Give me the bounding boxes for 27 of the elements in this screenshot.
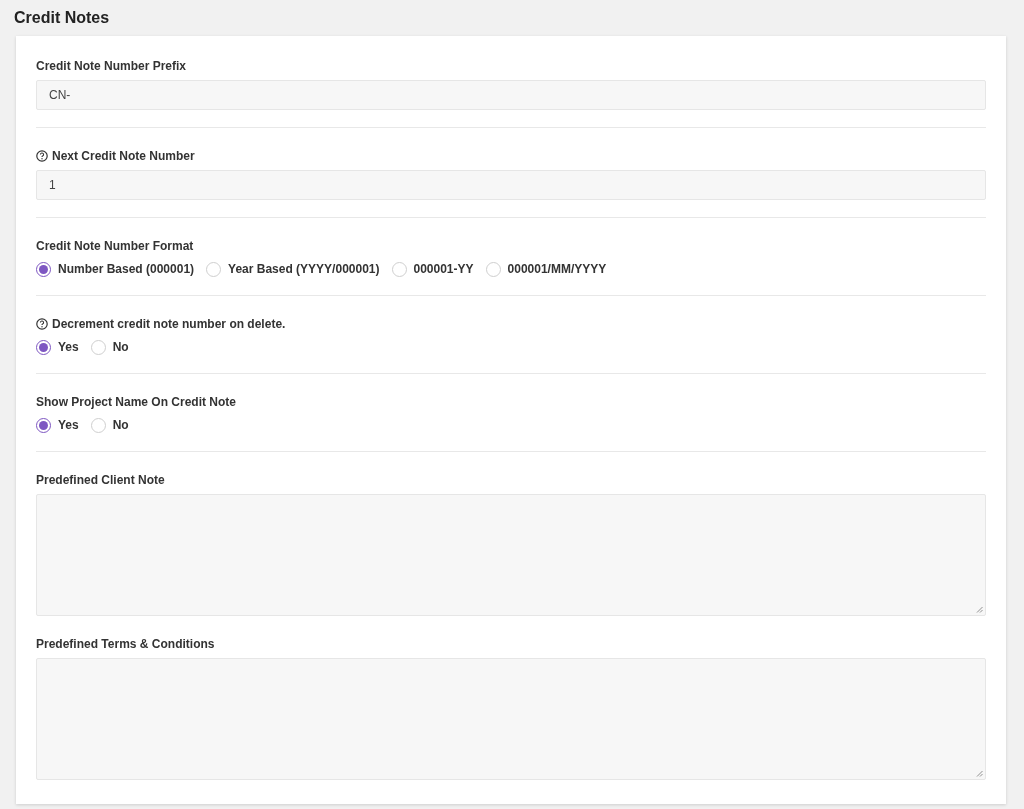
radio-label: No — [112, 339, 129, 356]
page-title: Credit Notes — [14, 8, 110, 28]
radio-button[interactable] — [36, 261, 51, 277]
radio-label: No — [112, 417, 129, 434]
field-label: Credit Note Number Format — [36, 238, 194, 255]
input-field[interactable]: CN- — [36, 80, 986, 110]
radio-label: Yes — [58, 417, 79, 434]
text-area[interactable] — [36, 494, 986, 616]
radio-label: 000001-YY — [413, 261, 474, 278]
radio-label: Year Based (YYYY/000001) — [228, 261, 380, 278]
radio-button[interactable] — [36, 417, 51, 433]
help-icon — [36, 150, 48, 162]
field-label: Next Credit Note Number — [52, 148, 195, 165]
resize-grip-icon — [976, 770, 983, 777]
field-label: Predefined Client Note — [36, 472, 165, 489]
radio-button[interactable] — [36, 339, 51, 355]
radio-label: Yes — [58, 339, 79, 356]
field-label: Predefined Terms & Conditions — [36, 636, 215, 653]
resize-grip-icon — [976, 606, 983, 613]
input-field[interactable]: 1 — [36, 170, 986, 200]
radio-label: 000001/MM/YYYY — [507, 261, 607, 278]
text-area[interactable] — [36, 658, 986, 780]
field-label: Credit Note Number Prefix — [36, 58, 187, 75]
field-label: Decrement credit note number on delete. — [52, 316, 286, 333]
help-icon — [36, 318, 48, 330]
field-label: Show Project Name On Credit Note — [36, 394, 237, 411]
radio-label: Number Based (000001) — [58, 261, 195, 278]
